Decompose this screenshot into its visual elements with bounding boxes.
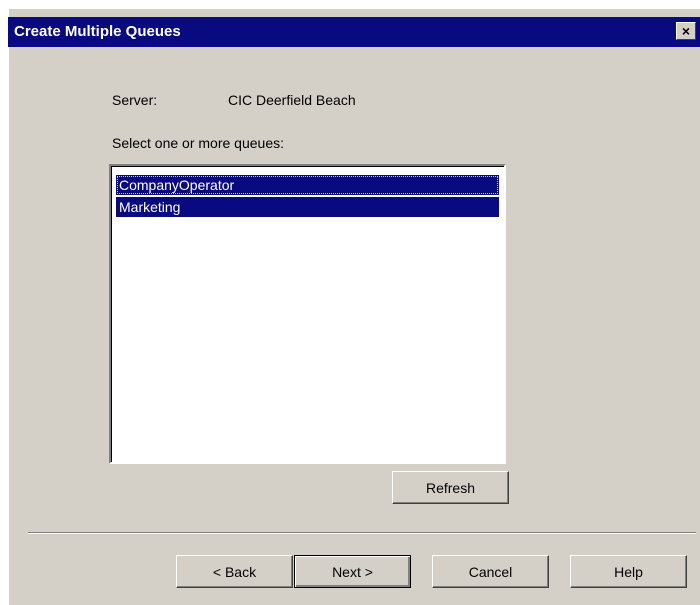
- back-button[interactable]: < Back: [176, 555, 293, 588]
- dialog-title: Create Multiple Queues: [14, 23, 181, 40]
- next-button[interactable]: Next >: [294, 555, 411, 588]
- title-bar[interactable]: Create Multiple Queues ×: [8, 17, 700, 47]
- cancel-button[interactable]: Cancel: [432, 555, 549, 588]
- queues-listbox[interactable]: CompanyOperator Marketing: [109, 164, 506, 464]
- separator: [28, 532, 696, 534]
- close-button[interactable]: ×: [676, 22, 696, 40]
- server-value: CIC Deerfield Beach: [228, 92, 356, 108]
- list-item-marketing[interactable]: Marketing: [116, 197, 499, 217]
- list-item-companyoperator[interactable]: CompanyOperator: [116, 175, 499, 195]
- help-button[interactable]: Help: [570, 555, 687, 588]
- select-queues-prompt: Select one or more queues:: [112, 135, 284, 151]
- create-multiple-queues-dialog: Create Multiple Queues × Server: CIC Dee…: [8, 8, 700, 605]
- refresh-button[interactable]: Refresh: [392, 471, 509, 504]
- server-label: Server:: [112, 92, 158, 108]
- close-icon: ×: [681, 23, 691, 39]
